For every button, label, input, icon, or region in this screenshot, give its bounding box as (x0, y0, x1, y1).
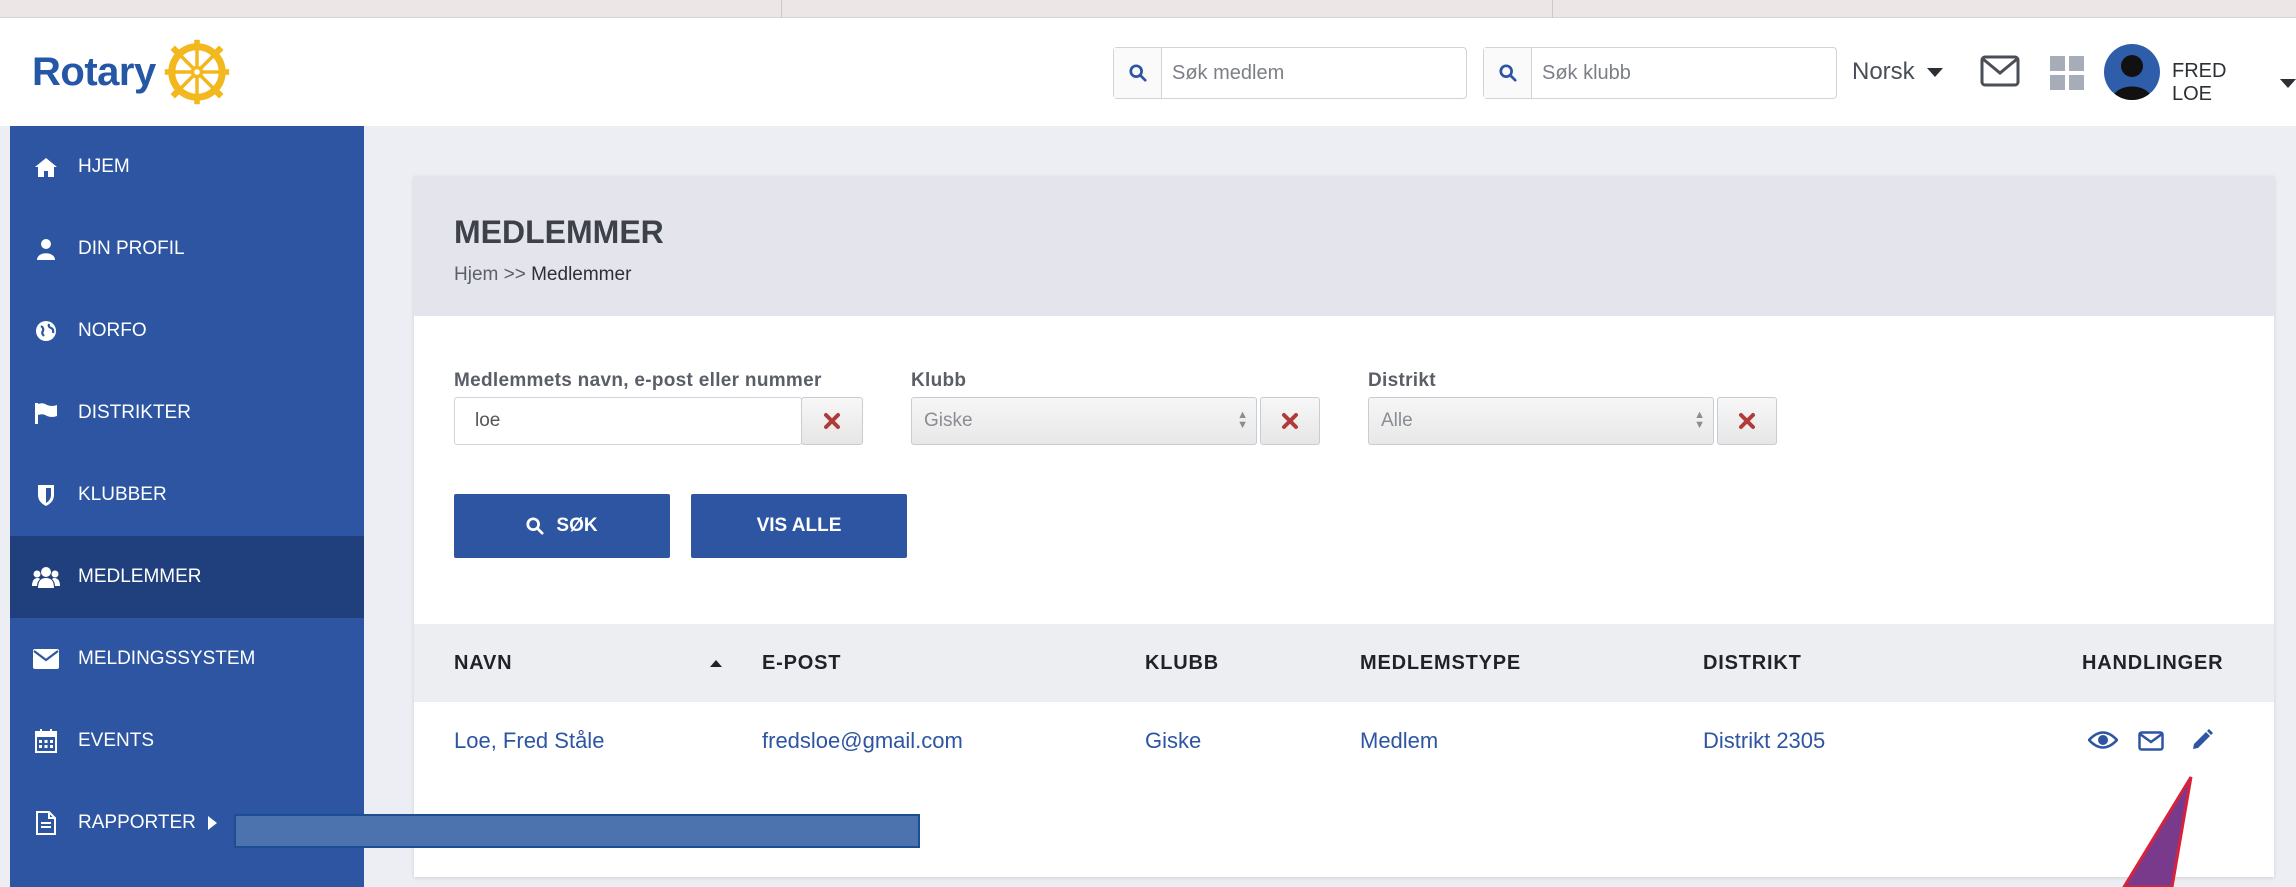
search-button[interactable]: SØK (454, 494, 670, 558)
avatar[interactable] (2104, 44, 2160, 100)
clear-club-button[interactable] (1260, 397, 1320, 445)
search-icon (526, 517, 544, 535)
user-menu[interactable]: FRED LOE (2172, 60, 2296, 106)
logo-text: Rotary (32, 49, 156, 94)
edit-pencil-icon[interactable] (2190, 728, 2214, 757)
member-name-link[interactable]: Loe, Fred Ståle (454, 728, 604, 754)
search-member-box (1113, 47, 1467, 99)
shield-icon (32, 481, 60, 509)
search-club-input[interactable] (1532, 48, 1836, 98)
sidebar-item-events[interactable]: EVENTS (10, 700, 364, 782)
calendar-icon (32, 727, 60, 755)
select-arrows-icon: ▲ ▼ (1237, 409, 1248, 431)
view-icon[interactable] (2087, 729, 2119, 756)
members-card: MEDLEMMER Hjem >> Medlemmer Medlemmets n… (414, 176, 2274, 877)
chevron-right-icon (207, 816, 217, 830)
name-filter-input[interactable]: loe (454, 397, 802, 445)
sidebar-item-norfo[interactable]: NORFO (10, 290, 364, 372)
home-icon (32, 153, 60, 181)
sidebar-item-label: KLUBBER (78, 484, 167, 505)
breadcrumb-current: Medlemmer (531, 264, 632, 285)
document-icon (32, 809, 60, 837)
district-filter-select[interactable]: Alle ▲ ▼ (1368, 397, 1714, 445)
sidebar: HJEM DIN PROFIL NORFO DISTRIKTER KLUBBER… (10, 126, 364, 887)
sidebar-item-label: HJEM (78, 156, 130, 177)
tab-separator (781, 0, 782, 18)
sidebar-item-meldingssystem[interactable]: MELDINGSSYSTEM (10, 618, 364, 700)
sort-ascending-icon[interactable] (710, 660, 722, 667)
user-name: FRED LOE (2172, 60, 2227, 105)
sidebar-item-label: RAPPORTER (78, 812, 196, 833)
sidebar-item-medlemmer[interactable]: MEDLEMMER (10, 536, 364, 618)
column-header-email[interactable]: E-POST (762, 652, 841, 675)
district-filter-label: Distrikt (1368, 370, 1436, 391)
sidebar-item-label: MEDLEMMER (78, 566, 202, 587)
member-district-link[interactable]: Distrikt 2305 (1703, 728, 1825, 754)
column-header-club[interactable]: KLUBB (1145, 652, 1219, 675)
search-club-box (1483, 47, 1837, 99)
close-icon (824, 413, 840, 429)
search-icon[interactable] (1484, 48, 1532, 98)
sidebar-item-klubber[interactable]: KLUBBER (10, 454, 364, 536)
breadcrumb-separator: >> (503, 264, 526, 285)
search-button-label: SØK (556, 515, 598, 536)
show-all-button-label: VIS ALLE (756, 515, 842, 536)
column-header-district[interactable]: DISTRIKT (1703, 652, 1802, 675)
card-header: MEDLEMMER Hjem >> Medlemmer (414, 176, 2274, 316)
column-header-name[interactable]: NAVN (454, 652, 512, 675)
table-header: NAVN E-POST KLUBB MEDLEMSTYPE DISTRIKT H… (414, 624, 2274, 702)
select-arrows-icon: ▲ ▼ (1694, 409, 1705, 431)
email-icon[interactable] (2138, 731, 2164, 756)
sidebar-item-label: DIN PROFIL (78, 238, 185, 259)
search-member-input[interactable] (1162, 48, 1466, 98)
rotary-logo[interactable]: Rotary (32, 34, 232, 110)
apps-grid-icon[interactable] (2050, 56, 2084, 90)
sidebar-item-label: EVENTS (78, 730, 155, 751)
sidebar-item-label: NORFO (78, 320, 147, 341)
column-header-actions: HANDLINGER (2082, 652, 2224, 674)
tab-separator (1552, 0, 1553, 18)
member-club-link[interactable]: Giske (1145, 728, 1201, 754)
user-icon (32, 235, 60, 263)
breadcrumb-home-link[interactable]: Hjem (454, 264, 498, 285)
top-header: Rotary Søk medlem Søk klubb Norsk FRED L… (0, 18, 2296, 126)
search-icon[interactable] (1114, 48, 1162, 98)
sidebar-item-distrikter[interactable]: DISTRIKTER (10, 372, 364, 454)
browser-tab-strip (0, 0, 2296, 18)
messages-icon[interactable] (1980, 55, 2020, 92)
close-icon (1739, 413, 1755, 429)
chevron-down-icon (2280, 78, 2296, 88)
clear-district-button[interactable] (1717, 397, 1777, 445)
member-type-link[interactable]: Medlem (1360, 728, 1438, 754)
sidebar-item-hjem[interactable]: HJEM (10, 126, 364, 208)
language-selector[interactable]: Norsk (1852, 58, 1943, 86)
chevron-down-icon (1926, 67, 1943, 77)
name-filter-label: Medlemmets navn, e-post eller nummer (454, 370, 822, 391)
club-filter-select[interactable]: Giske ▲ ▼ (911, 397, 1257, 445)
globe-icon (32, 317, 60, 345)
club-filter-label: Klubb (911, 370, 967, 391)
column-header-member-type[interactable]: MEDLEMSTYPE (1360, 652, 1521, 675)
clear-name-button[interactable] (801, 397, 863, 445)
breadcrumb: Hjem >> Medlemmer (454, 264, 631, 286)
envelope-icon (32, 645, 60, 673)
club-filter-value: Giske (924, 410, 973, 431)
redaction-bar (234, 814, 920, 848)
users-icon (32, 563, 60, 591)
member-email-link[interactable]: fredsloe@gmail.com (762, 728, 963, 754)
district-filter-value: Alle (1381, 410, 1413, 431)
sidebar-item-din-profil[interactable]: DIN PROFIL (10, 208, 364, 290)
rotary-wheel-icon (164, 39, 229, 105)
page-title: MEDLEMMER (454, 214, 664, 250)
sidebar-item-label: MELDINGSSYSTEM (78, 648, 256, 669)
flag-icon (32, 399, 60, 427)
show-all-button[interactable]: VIS ALLE (691, 494, 907, 558)
sidebar-item-label: DISTRIKTER (78, 402, 191, 423)
close-icon (1282, 413, 1298, 429)
language-label: Norsk (1852, 58, 1915, 85)
